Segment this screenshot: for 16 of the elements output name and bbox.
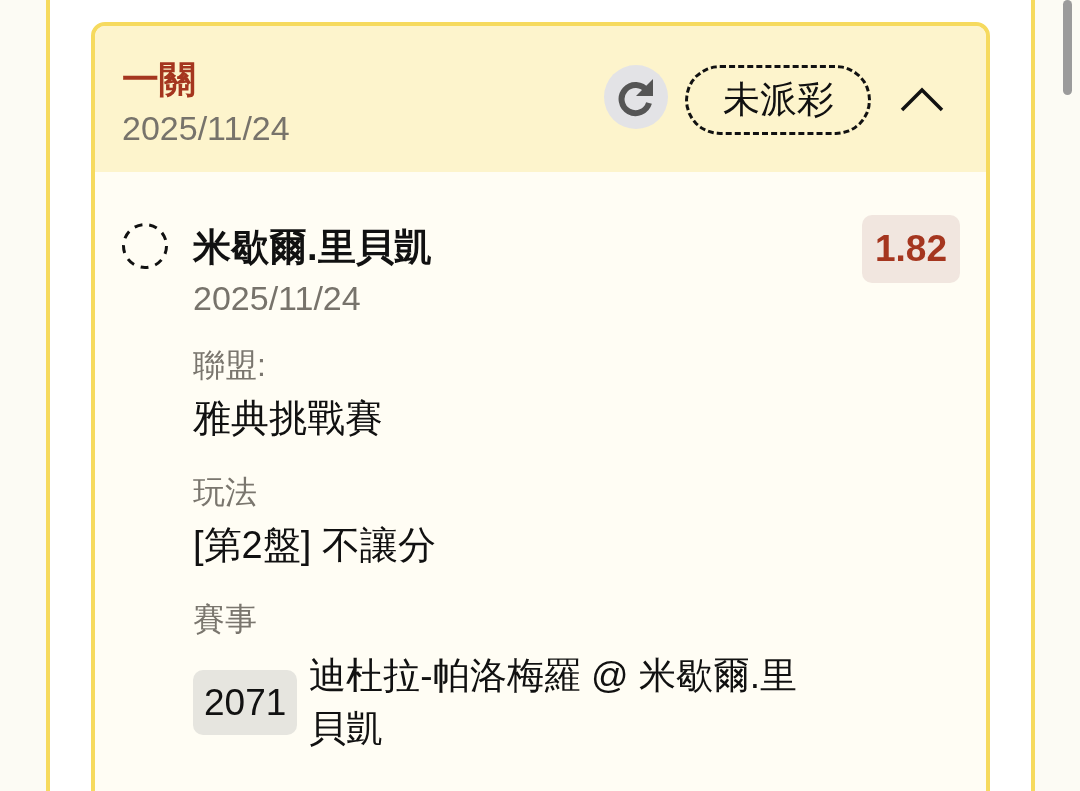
field-label: 聯盟: (193, 346, 267, 385)
field-value: [第2盤] 不讓分 (193, 523, 437, 568)
field-value: 雅典挑戰賽 (193, 396, 384, 441)
odds-badge: 1.82 (862, 215, 960, 283)
bet-date: 2025/11/24 (122, 108, 291, 148)
field-label: 玩法 (193, 473, 258, 512)
match-name: 迪杜拉-帕洛梅羅 @ 米歇爾.里貝凱 (309, 654, 799, 751)
chevron-up-icon[interactable] (900, 86, 944, 112)
selection-name: 米歇爾.里貝凱 (193, 225, 432, 270)
refresh-icon (616, 77, 656, 117)
bet-type-title: 一關 (122, 58, 197, 102)
match-id-chip: 2071 (193, 669, 298, 735)
status-badge: 未派彩 (685, 65, 871, 135)
scrollbar-thumb[interactable] (1063, 0, 1072, 95)
selection-date: 2025/11/24 (193, 278, 362, 318)
field-label: 賽事 (193, 600, 258, 639)
